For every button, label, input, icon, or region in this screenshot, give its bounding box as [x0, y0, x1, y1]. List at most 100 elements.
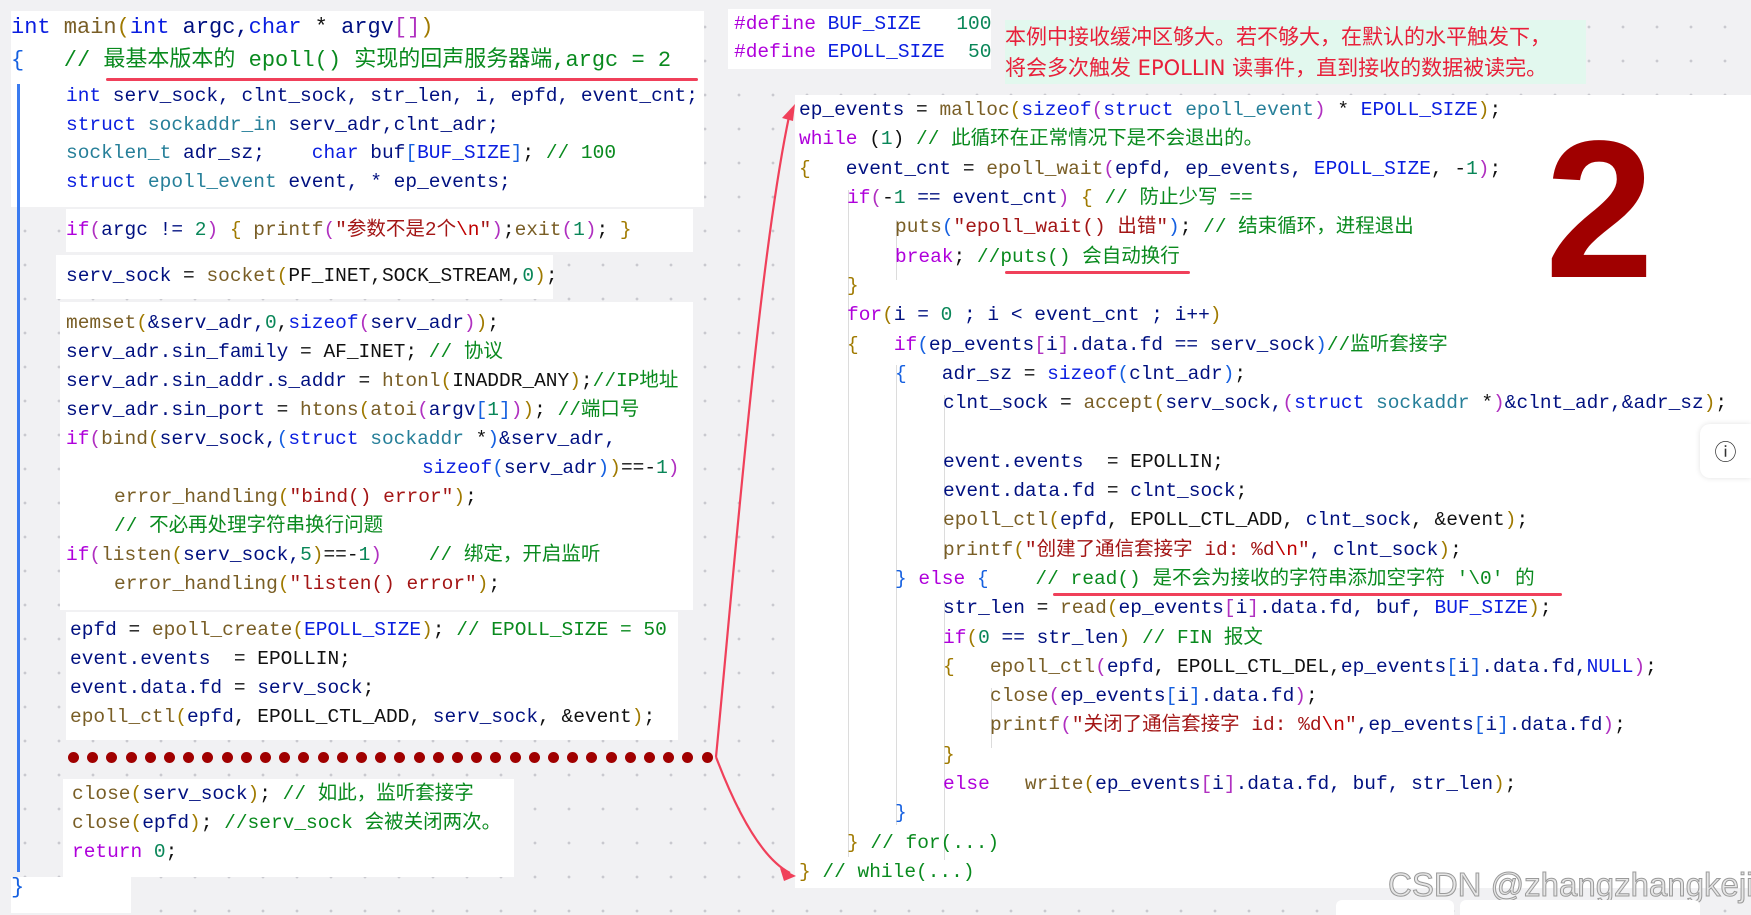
code-line: struct epoll_event event, * ep_events; [66, 168, 511, 197]
bottom-tab[interactable] [1336, 900, 1454, 915]
code-token: "bind() error" [289, 485, 454, 508]
code-block-closing-brace [11, 877, 131, 913]
code-token: sizeof [1047, 362, 1118, 385]
code-token: serv_sock [257, 676, 363, 699]
code-token: i [1212, 773, 1224, 795]
code-line: } [847, 272, 859, 301]
code-token: epoll_create [151, 618, 293, 641]
separator-dot [432, 752, 444, 763]
code-token: ( [276, 427, 289, 450]
code-token: ( [116, 15, 130, 40]
code-token: puts [895, 216, 942, 239]
code-line: break; //puts() 会自动换行 [895, 243, 1180, 272]
separator-dot [624, 752, 636, 763]
code-token: ] [1469, 655, 1482, 678]
code-token: ; [534, 398, 558, 421]
code-token: htons [300, 398, 359, 421]
code-line: } else { // read() 是不会为接收的字符串添加空字符 '\0' … [895, 565, 1535, 594]
code-line: if(bind(serv_sock,(struct sockaddr *)&se… [66, 425, 616, 454]
code-token: ] [510, 141, 523, 164]
code-token: //监听套接字 [1326, 333, 1448, 356]
code-line: memset(&serv_adr,0,sizeof(serv_adr)); [66, 309, 499, 338]
bottom-tab[interactable] [1460, 900, 1700, 915]
code-token: .data.fd, buf, str_len [1235, 773, 1494, 795]
code-token: ep_events [1060, 685, 1166, 708]
code-token: ( [276, 264, 289, 287]
separator-dot [567, 752, 579, 763]
code-token: , &event [538, 705, 632, 728]
code-token: ) [569, 369, 581, 392]
separator-dot [509, 752, 521, 763]
code-token: ( [440, 369, 453, 392]
code-token: { [1069, 187, 1105, 209]
code-token: , EPOLL_CTL_ADD, [1106, 509, 1306, 532]
annotation-box: 本例中接收缓冲区够大。若不够大，在默认的水平触发下， 将会多次触发 EPOLLI… [1005, 20, 1586, 84]
code-token: , [276, 311, 289, 334]
code-line: struct sockaddr_in serv_adr,clnt_adr; [66, 111, 499, 140]
code-token: argv [428, 398, 476, 421]
code-token: BUF_SIZE [815, 12, 957, 35]
code-token: \n [1321, 714, 1345, 737]
code-token: ) [491, 218, 503, 241]
info-button[interactable]: ⓘ [1700, 424, 1751, 478]
separator-dot [528, 752, 540, 763]
code-line: return 0; [72, 838, 177, 867]
underline-puts-comment [1005, 271, 1190, 274]
code-token: ep_events [1095, 773, 1201, 795]
code-line: if(listen(serv_sock,5)==-1) // 绑定，开启监听 [66, 541, 600, 570]
code-token: return [72, 840, 143, 863]
separator-dot [202, 752, 214, 763]
code-token: ; [465, 485, 477, 508]
code-token: // 结束循环，进程退出 [1203, 216, 1414, 239]
code-line: close(epfd); //serv_sock 会被关闭两次。 [72, 809, 501, 838]
code-token: serv_adr.sin_family [66, 340, 289, 363]
code-token: EPOLL_SIZE [304, 618, 422, 641]
code-token: = [1095, 480, 1131, 502]
code-token: ( [1013, 538, 1025, 561]
code-token: ) [667, 456, 680, 479]
code-token: sizeof [422, 456, 493, 479]
separator-dot [68, 752, 79, 763]
code-token: ) [453, 485, 466, 508]
code-token: epoll_ctl [70, 705, 176, 728]
code-token: ) [475, 311, 488, 334]
separator-dot [144, 752, 156, 763]
code-token: "epoll_wait() 出错" [953, 216, 1169, 239]
separator-dot [317, 752, 329, 763]
indent-guide [896, 365, 897, 825]
code-line: { epoll_ctl(epfd, EPOLL_CTL_DEL,ep_event… [943, 653, 1657, 682]
code-token: // for(...) [858, 831, 1000, 854]
code-token: epoll_event [136, 170, 277, 193]
code-token: // 防止少写 == [1104, 187, 1253, 209]
code-token: ( [1009, 99, 1022, 122]
code-token: struct [1103, 99, 1174, 122]
code-token: = [951, 157, 987, 180]
code-line: printf("创建了通信套接字 id: %d\n", clnt_sock); [943, 536, 1462, 565]
code-token: ep_events [928, 333, 1035, 356]
code-token: } [619, 218, 632, 241]
code-token: ( [277, 572, 290, 595]
code-token: exit [514, 218, 562, 241]
code-token: ep_events [799, 99, 905, 122]
code-token: 0 [522, 264, 535, 287]
watermark: CSDN @zhangzhangkeji [1388, 866, 1751, 904]
separator-dot [413, 752, 425, 763]
code-token: ] [1223, 773, 1236, 795]
separator-dot [663, 752, 675, 763]
code-token: epfd [142, 811, 190, 834]
code-token: .data.fd, [1481, 655, 1587, 678]
code-token: == str_len [989, 626, 1119, 649]
code-token: //serv_sock 会被关闭两次。 [224, 811, 502, 834]
code-token: ) [463, 311, 476, 334]
code-token: 1 [656, 456, 668, 479]
arrow-head-up-icon [782, 104, 795, 121]
code-token: ) [1528, 597, 1540, 620]
code-token: 1 [487, 398, 499, 421]
code-token: = AF_INET; [288, 340, 429, 363]
code-token: NULL [1586, 655, 1634, 678]
code-token: else [918, 567, 966, 590]
separator-dot [644, 752, 655, 763]
code-token: ] [1497, 714, 1509, 737]
code-token: [ [1473, 714, 1486, 737]
